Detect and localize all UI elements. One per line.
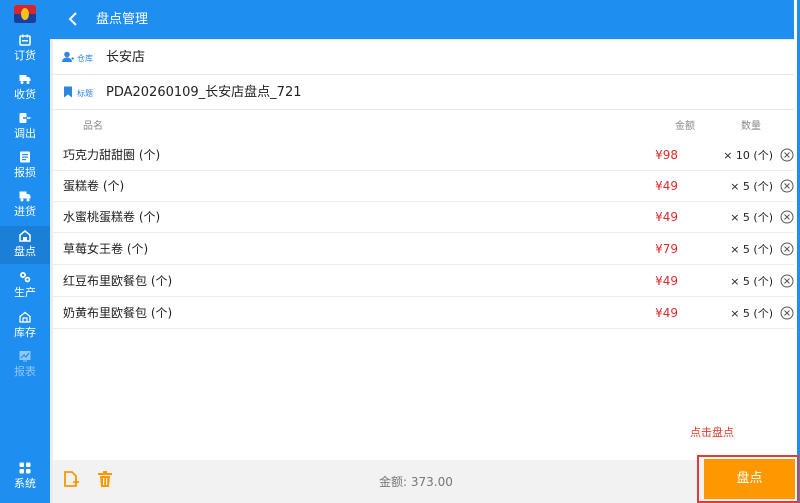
title-row: 标题 PDA20260109_长安店盘点_721 [53, 75, 794, 110]
item-name: 水蜜桃蛋糕卷 (个) [63, 210, 161, 224]
footer-bar: 金额: 373.00 [53, 460, 794, 503]
sidebar-item-label: 订货 [14, 49, 36, 62]
sidebar-item-purchase[interactable]: 进货 [0, 186, 50, 224]
item-qty[interactable]: × 5 (个) [713, 179, 773, 194]
sidebar-item-label: 盘点 [14, 245, 36, 258]
total-amount: 金额: 373.00 [379, 475, 453, 489]
sidebar: 订货 收货 调出 报损 进货 盘点 生产 库存 报表 系统 [0, 0, 50, 503]
header-bar: 盘点管理 [50, 0, 794, 39]
store-label: 仓库 [77, 54, 93, 63]
sidebar-item-production[interactable]: 生产 [0, 267, 50, 305]
sidebar-item-label: 系统 [14, 477, 36, 490]
item-price: ¥49 [655, 306, 678, 320]
delivery-icon [19, 191, 31, 202]
store-row: 仓库 长安店 [53, 40, 794, 75]
back-arrow-icon[interactable] [67, 11, 79, 27]
title-value: PDA20260109_长安店盘点_721 [106, 85, 302, 100]
item-name: 奶黄布里欧餐包 (个) [63, 306, 173, 320]
sidebar-item-label: 进货 [14, 205, 36, 218]
item-name: 红豆布里欧餐包 (个) [63, 274, 173, 288]
sidebar-item-label: 收货 [14, 88, 36, 101]
remove-circle-icon[interactable] [780, 179, 794, 193]
remove-circle-icon[interactable] [780, 274, 794, 288]
column-header-amount: 金额 [675, 121, 695, 132]
user-icon [62, 51, 74, 62]
bookmark-icon [64, 86, 72, 98]
item-qty[interactable]: × 5 (个) [713, 242, 773, 257]
main-panel: 仓库 长安店 标题 PDA20260109_长安店盘点_721 品名 金额 数量… [53, 40, 794, 460]
item-price: ¥79 [655, 242, 678, 256]
table-row[interactable]: 蛋糕卷 (个) ¥49 × 5 (个) [53, 171, 794, 202]
add-file-icon[interactable] [62, 470, 80, 488]
table-row[interactable]: 巧克力甜甜圈 (个) ¥98 × 10 (个) [53, 140, 794, 171]
warehouse-icon [19, 311, 31, 323]
remove-circle-icon[interactable] [780, 148, 794, 162]
table-row[interactable]: 草莓女王卷 (个) ¥79 × 5 (个) [53, 234, 794, 265]
sidebar-item-reports[interactable]: 报表 [0, 346, 50, 384]
store-value: 长安店 [106, 50, 146, 65]
gears-icon [20, 272, 31, 283]
column-header-qty: 数量 [741, 121, 761, 132]
sidebar-item-system[interactable]: 系统 [0, 458, 50, 496]
sidebar-item-transfer-out[interactable]: 调出 [0, 108, 50, 146]
sidebar-item-order[interactable]: 订货 [0, 30, 50, 68]
page-title: 盘点管理 [96, 12, 149, 27]
sidebar-item-label: 调出 [14, 127, 36, 140]
grid-icon [19, 462, 31, 474]
chart-icon [19, 351, 31, 362]
report-loss-icon [20, 151, 30, 163]
trash-icon[interactable] [96, 470, 114, 488]
item-price: ¥98 [655, 148, 678, 162]
table-row[interactable]: 水蜜桃蛋糕卷 (个) ¥49 × 5 (个) [53, 202, 794, 233]
item-name: 巧克力甜甜圈 (个) [63, 148, 161, 162]
item-qty[interactable]: × 5 (个) [713, 274, 773, 289]
table-row[interactable]: 红豆布里欧餐包 (个) ¥49 × 5 (个) [53, 266, 794, 297]
inventory-check-icon [19, 230, 31, 242]
item-price: ¥49 [655, 210, 678, 224]
sidebar-item-receive[interactable]: 收货 [0, 69, 50, 107]
title-label: 标题 [77, 89, 93, 98]
remove-circle-icon[interactable] [780, 306, 794, 320]
calendar-icon [19, 34, 31, 46]
item-qty[interactable]: × 5 (个) [713, 306, 773, 321]
sidebar-item-inventory-check[interactable]: 盘点 [0, 226, 50, 264]
app-logo [14, 5, 36, 23]
transfer-out-icon [19, 113, 31, 123]
item-price: ¥49 [655, 274, 678, 288]
item-name: 草莓女王卷 (个) [63, 242, 149, 256]
sidebar-item-label: 生产 [14, 286, 36, 299]
remove-circle-icon[interactable] [780, 210, 794, 224]
sidebar-item-label: 库存 [14, 326, 36, 339]
table-row[interactable]: 奶黄布里欧餐包 (个) ¥49 × 5 (个) [53, 298, 794, 329]
hint-text: 点击盘点 [690, 426, 734, 439]
remove-circle-icon[interactable] [780, 242, 794, 256]
sidebar-item-label: 报表 [14, 365, 36, 378]
sidebar-item-stock[interactable]: 库存 [0, 307, 50, 345]
inventory-submit-button[interactable]: 盘点 [704, 459, 795, 499]
truck-icon [19, 75, 31, 84]
sidebar-item-label: 报损 [14, 166, 36, 179]
column-header-name: 品名 [83, 121, 103, 132]
sidebar-item-report-loss[interactable]: 报损 [0, 147, 50, 185]
item-qty[interactable]: × 5 (个) [713, 210, 773, 225]
item-qty[interactable]: × 10 (个) [713, 148, 773, 163]
item-price: ¥49 [655, 179, 678, 193]
app: 订货 收货 调出 报损 进货 盘点 生产 库存 报表 系统 盘点管理 仓库 长安… [0, 0, 800, 503]
window-edge [794, 0, 800, 503]
item-name: 蛋糕卷 (个) [63, 179, 125, 193]
